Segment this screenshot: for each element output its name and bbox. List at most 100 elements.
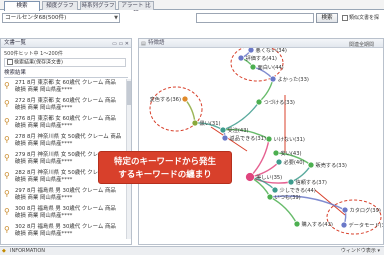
toolbar: コールセンタ68(500件) ▼ 検索 類似文書を探 (0, 11, 384, 25)
result-detail: 破損 商業 岡山県産**** (15, 105, 73, 111)
graph-node-label[interactable]: 面白い(44) (258, 63, 284, 71)
saved-documents-row[interactable]: 検索結果(保存済文書) (4, 58, 126, 67)
graph-node[interactable] (219, 126, 227, 134)
search-input[interactable] (196, 13, 314, 23)
status-bar: ◆ INFORMATION ウィンドウ表示 ▾ (0, 246, 384, 255)
document-icon: ⚲ (4, 153, 10, 162)
keyword-network-graph[interactable]: 悪くない(34)評価する(41)面白い(44) よかった(33) つづける(33) 変… (139, 39, 384, 245)
result-title: 278 8月 神奈川県 女 50歳代 クレーム 商品 (15, 134, 122, 140)
graph-node-label[interactable]: 安い(43) (281, 149, 302, 157)
graph-node-label[interactable]: 販売する(33) (316, 161, 347, 169)
graph-node-label[interactable]: いつも(39) (275, 194, 301, 201)
saved-documents-checkbox[interactable] (7, 59, 13, 65)
document-list-header: 文書一覧 ▭ ▭ ✕ (1, 39, 131, 48)
graph-node-label[interactable]: 購入する(43) (302, 220, 333, 228)
graph-node[interactable] (272, 149, 280, 157)
query-select[interactable]: コールセンタ68(500件) ▼ (2, 13, 120, 23)
keyword-graph-title: 特徴語 (148, 40, 165, 46)
graph-node[interactable] (181, 95, 189, 103)
graph-node-label[interactable]: 受注(43) (228, 126, 249, 134)
result-detail: 破損 商業 岡山県産**** (15, 231, 73, 237)
graph-node[interactable] (271, 186, 279, 194)
graph-node[interactable] (275, 158, 283, 166)
list-item[interactable]: ⚲ 276 8月 東京都 女 60歳代 クレーム 商品 破損 商業 岡山県産**… (4, 116, 126, 136)
result-detail: 破損 商業 岡山県産**** (15, 141, 73, 147)
similar-docs-label: 類似文書を探 (349, 15, 380, 21)
graph-node[interactable] (237, 54, 245, 62)
info-icon: ◆ (2, 248, 6, 254)
result-title: 276 8月 東京都 女 60歳代 クレーム 商品 (15, 116, 116, 122)
graph-edge (222, 101, 260, 131)
graph-node[interactable] (269, 75, 277, 83)
tab-alert-compare[interactable]: アラート 比較 (118, 1, 154, 17)
graph-node[interactable] (340, 221, 348, 229)
tab-bar: 検索 頻度グラフ 時系列グラフ アラート 比較 (0, 0, 384, 17)
graph-node[interactable] (307, 161, 315, 169)
query-value: コールセンタ68(500件) (5, 15, 67, 21)
tab-search[interactable]: 検索 (4, 1, 40, 11)
graph-node[interactable] (287, 178, 295, 186)
annotation-line-1: 特定のキーワードから発生 (113, 157, 216, 167)
list-item[interactable]: ⚲ 272 8月 東京都 女 60歳代 クレーム 商品 破損 商業 岡山県産**… (4, 98, 126, 118)
list-item[interactable]: ⚲ 302 8月 福島県 男 30歳代 クレーム 商品 破損 商業 岡山県産**… (4, 224, 126, 244)
graph-node-label[interactable]: つづける(33) (264, 98, 295, 106)
result-detail: 破損 商業 岡山県産**** (15, 213, 73, 219)
graph-node-label[interactable]: いけない(31) (274, 136, 305, 143)
graph-node[interactable] (266, 193, 274, 201)
list-item[interactable]: ⚲ 297 8月 福島県 男 30歳代 クレーム 商品 破損 商業 岡山県産**… (4, 188, 126, 208)
period-selector[interactable]: 関連全期間 (349, 41, 374, 48)
result-detail: 破損 商業 岡山県産**** (15, 159, 73, 165)
graph-node-label[interactable]: 美しい(35) (256, 173, 282, 181)
document-icon: ⚲ (4, 99, 10, 108)
graph-node[interactable] (341, 206, 349, 214)
saved-documents-label: 検索結果(保存済文書) (14, 59, 63, 66)
result-detail: 破損 商業 岡山県産**** (15, 87, 73, 93)
window-display-menu[interactable]: ウィンドウ表示 ▾ (341, 247, 380, 255)
keyword-graph-header: ▤ 特徴語 (139, 39, 383, 48)
document-icon: ⚲ (4, 207, 10, 216)
status-info: INFORMATION (10, 248, 46, 254)
result-title: 300 8月 福島県 男 30歳代 クレーム 商品 (15, 206, 116, 212)
annotation-line-2: するキーワードの纏まり (118, 170, 212, 180)
graph-node[interactable] (191, 119, 199, 127)
graph-node-label[interactable]: 返品できる(31) (230, 135, 266, 142)
graph-node-label[interactable]: カタログ(39) (350, 206, 381, 214)
graph-node[interactable] (293, 220, 301, 228)
graph-node-label[interactable]: 信頼する(37) (296, 178, 327, 186)
annotation-callout: 特定のキーワードから発生 するキーワードの纏まり (98, 151, 232, 184)
scrollbar-thumb[interactable] (127, 81, 131, 105)
similar-docs-toggle[interactable]: 類似文書を探 (342, 14, 384, 23)
graph-node[interactable] (249, 63, 257, 71)
hit-count: 500件ヒット中 1～200件 (4, 51, 63, 57)
graph-node-label[interactable]: 黒い(31) (200, 120, 221, 127)
graph-node-label[interactable]: 必要(40) (284, 158, 305, 166)
graph-node-label[interactable]: データモード(34) (349, 221, 384, 229)
result-detail: 破損 商業 岡山県産**** (15, 177, 73, 183)
document-list-panel: 文書一覧 ▭ ▭ ✕ 500件ヒット中 1～200件 検索結果(保存済文書) 検… (0, 38, 132, 245)
document-icon: ⚲ (4, 135, 10, 144)
graph-node[interactable] (265, 135, 273, 143)
graph-node-label[interactable]: 少しできる(44) (280, 187, 316, 194)
tab-timeseries-graph[interactable]: 時系列グラフ (80, 1, 116, 10)
result-detail: 破損 商業 岡山県産**** (15, 123, 73, 129)
document-icon: ⚲ (4, 117, 10, 126)
panel-icon: ▤ (141, 41, 146, 47)
panel-window-icons[interactable]: ▭ ▭ ✕ (112, 40, 129, 48)
list-item[interactable]: ⚲ 271 8月 東京都 女 60歳代 クレーム 商品 破損 商業 岡山県産**… (4, 80, 126, 100)
graph-edge (269, 196, 298, 225)
graph-edge (258, 78, 274, 103)
graph-node-label[interactable]: 変色する(36) (150, 95, 181, 103)
graph-node-label[interactable]: 評価する(41) (246, 54, 277, 62)
chevron-down-icon[interactable]: ▼ (114, 14, 118, 22)
graph-node[interactable] (245, 172, 255, 182)
graph-node-label[interactable]: 悪くない(34) (256, 47, 287, 54)
list-item[interactable]: ⚲ 300 8月 福島県 男 30歳代 クレーム 商品 破損 商業 岡山県産**… (4, 206, 126, 226)
result-title: 272 8月 東京都 女 60歳代 クレーム 商品 (15, 98, 116, 104)
graph-node-label[interactable]: よかった(33) (278, 76, 309, 83)
graph-node[interactable] (221, 134, 229, 142)
keyword-graph-panel: 悪くない(34) 評価する(41) 面白い(44) よかった(33) つづける(33) 変… (138, 38, 384, 245)
similar-docs-checkbox[interactable] (342, 14, 348, 21)
search-button[interactable]: 検索 (316, 13, 338, 23)
graph-node[interactable] (255, 98, 263, 106)
tab-frequency-graph[interactable]: 頻度グラフ (42, 1, 78, 10)
